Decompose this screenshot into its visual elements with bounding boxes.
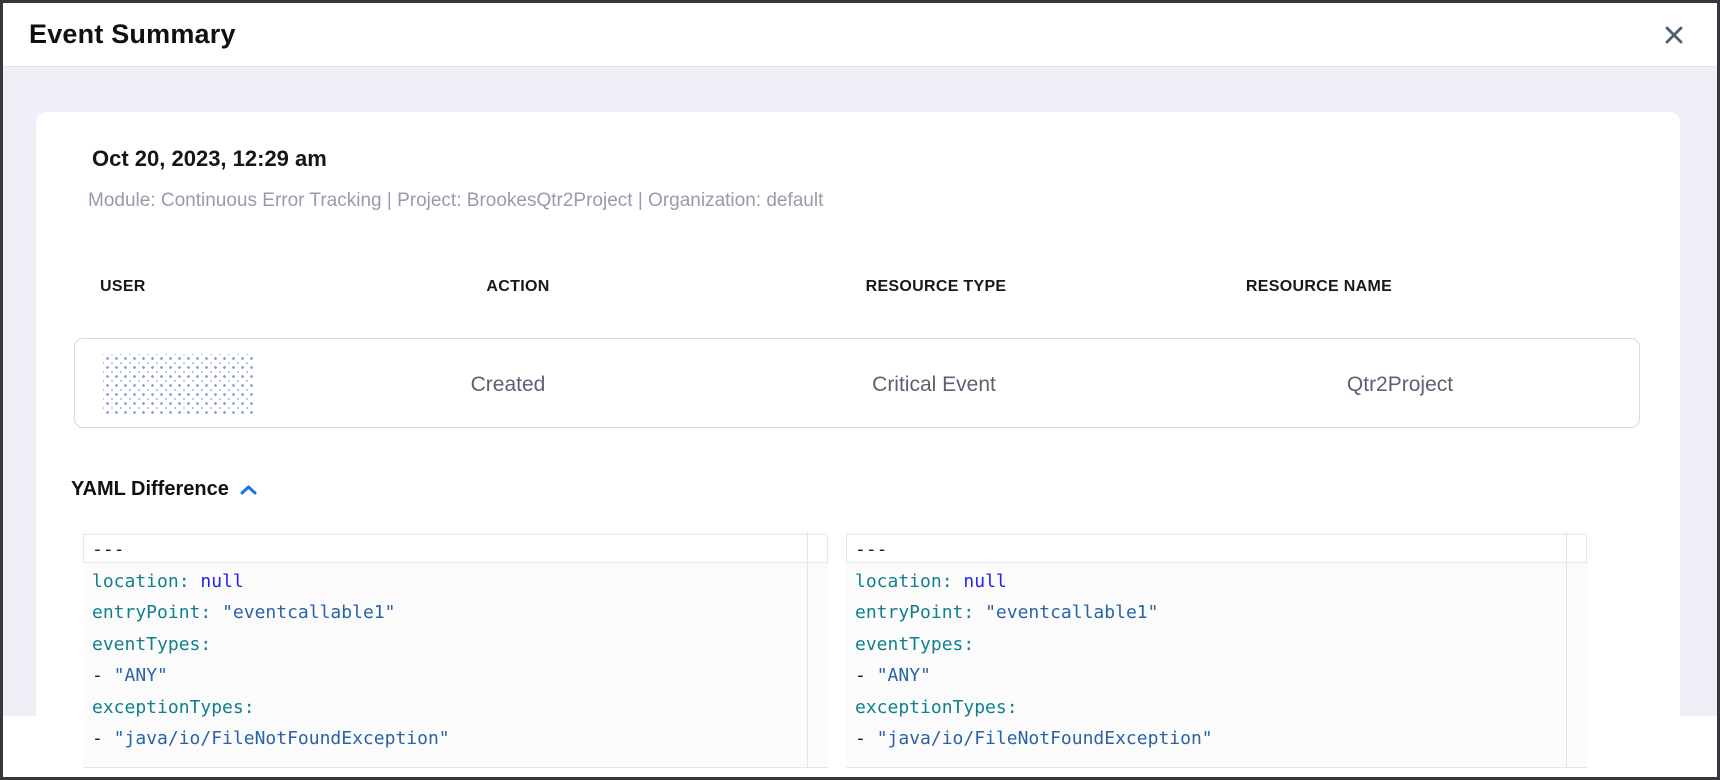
yaml-code-line: exceptionTypes: bbox=[92, 692, 807, 724]
close-icon bbox=[1663, 24, 1685, 46]
yaml-diff-panel-right[interactable]: ---location: nullentryPoint: "eventcalla… bbox=[846, 532, 1587, 768]
yaml-code-line: entryPoint: "eventcallable1" bbox=[855, 597, 1566, 629]
dialog-body: Oct 20, 2023, 12:29 am Module: Continuou… bbox=[3, 67, 1717, 716]
event-timestamp: Oct 20, 2023, 12:29 am bbox=[92, 146, 327, 172]
column-header-action: ACTION bbox=[486, 278, 549, 296]
yaml-code-line: eventTypes: bbox=[855, 629, 1566, 661]
yaml-diff-panel-left[interactable]: ---location: nullentryPoint: "eventcalla… bbox=[83, 532, 828, 768]
event-summary-dialog: Event Summary Oct 20, 2023, 12:29 am Mod… bbox=[0, 0, 1720, 780]
yaml-code-line: location: null bbox=[855, 566, 1566, 598]
cell-action: Created bbox=[471, 373, 546, 397]
yaml-code-line: --- bbox=[92, 534, 807, 566]
redacted-user-pattern bbox=[103, 354, 253, 414]
yaml-diff-panels: ---location: nullentryPoint: "eventcalla… bbox=[36, 532, 1680, 768]
panel-scrollbar-divider bbox=[807, 532, 808, 767]
yaml-difference-label: YAML Difference bbox=[71, 478, 229, 501]
chevron-up-icon bbox=[240, 485, 257, 495]
yaml-code-line: - "java/io/FileNotFoundException" bbox=[855, 723, 1566, 755]
column-header-resource-name: RESOURCE NAME bbox=[1246, 278, 1392, 296]
yaml-code-line: exceptionTypes: bbox=[855, 692, 1566, 724]
yaml-code-line: entryPoint: "eventcallable1" bbox=[92, 597, 807, 629]
yaml-code-line: location: null bbox=[92, 566, 807, 598]
yaml-code-line: --- bbox=[855, 534, 1566, 566]
yaml-code-line: eventTypes: bbox=[92, 629, 807, 661]
dialog-title: Event Summary bbox=[29, 19, 236, 50]
event-card: Oct 20, 2023, 12:29 am Module: Continuou… bbox=[36, 112, 1680, 716]
column-header-resource-type: RESOURCE TYPE bbox=[866, 278, 1007, 296]
close-button[interactable] bbox=[1657, 18, 1691, 52]
cell-resource-type: Critical Event bbox=[872, 373, 996, 397]
table-header-row: USER ACTION RESOURCE TYPE RESOURCE NAME bbox=[36, 278, 1680, 298]
yaml-code-right: ---location: nullentryPoint: "eventcalla… bbox=[846, 534, 1566, 755]
yaml-difference-toggle[interactable]: YAML Difference bbox=[71, 478, 257, 501]
yaml-code-line: - "java/io/FileNotFoundException" bbox=[92, 723, 807, 755]
yaml-code-line: - "ANY" bbox=[92, 660, 807, 692]
yaml-code-line: - "ANY" bbox=[855, 660, 1566, 692]
event-meta-line: Module: Continuous Error Tracking | Proj… bbox=[88, 190, 823, 212]
dialog-header: Event Summary bbox=[3, 3, 1717, 67]
yaml-code-left: ---location: nullentryPoint: "eventcalla… bbox=[83, 534, 807, 755]
column-header-user: USER bbox=[100, 278, 146, 296]
cell-resource-name: Qtr2Project bbox=[1347, 373, 1453, 397]
panel-scrollbar-divider bbox=[1566, 532, 1567, 767]
